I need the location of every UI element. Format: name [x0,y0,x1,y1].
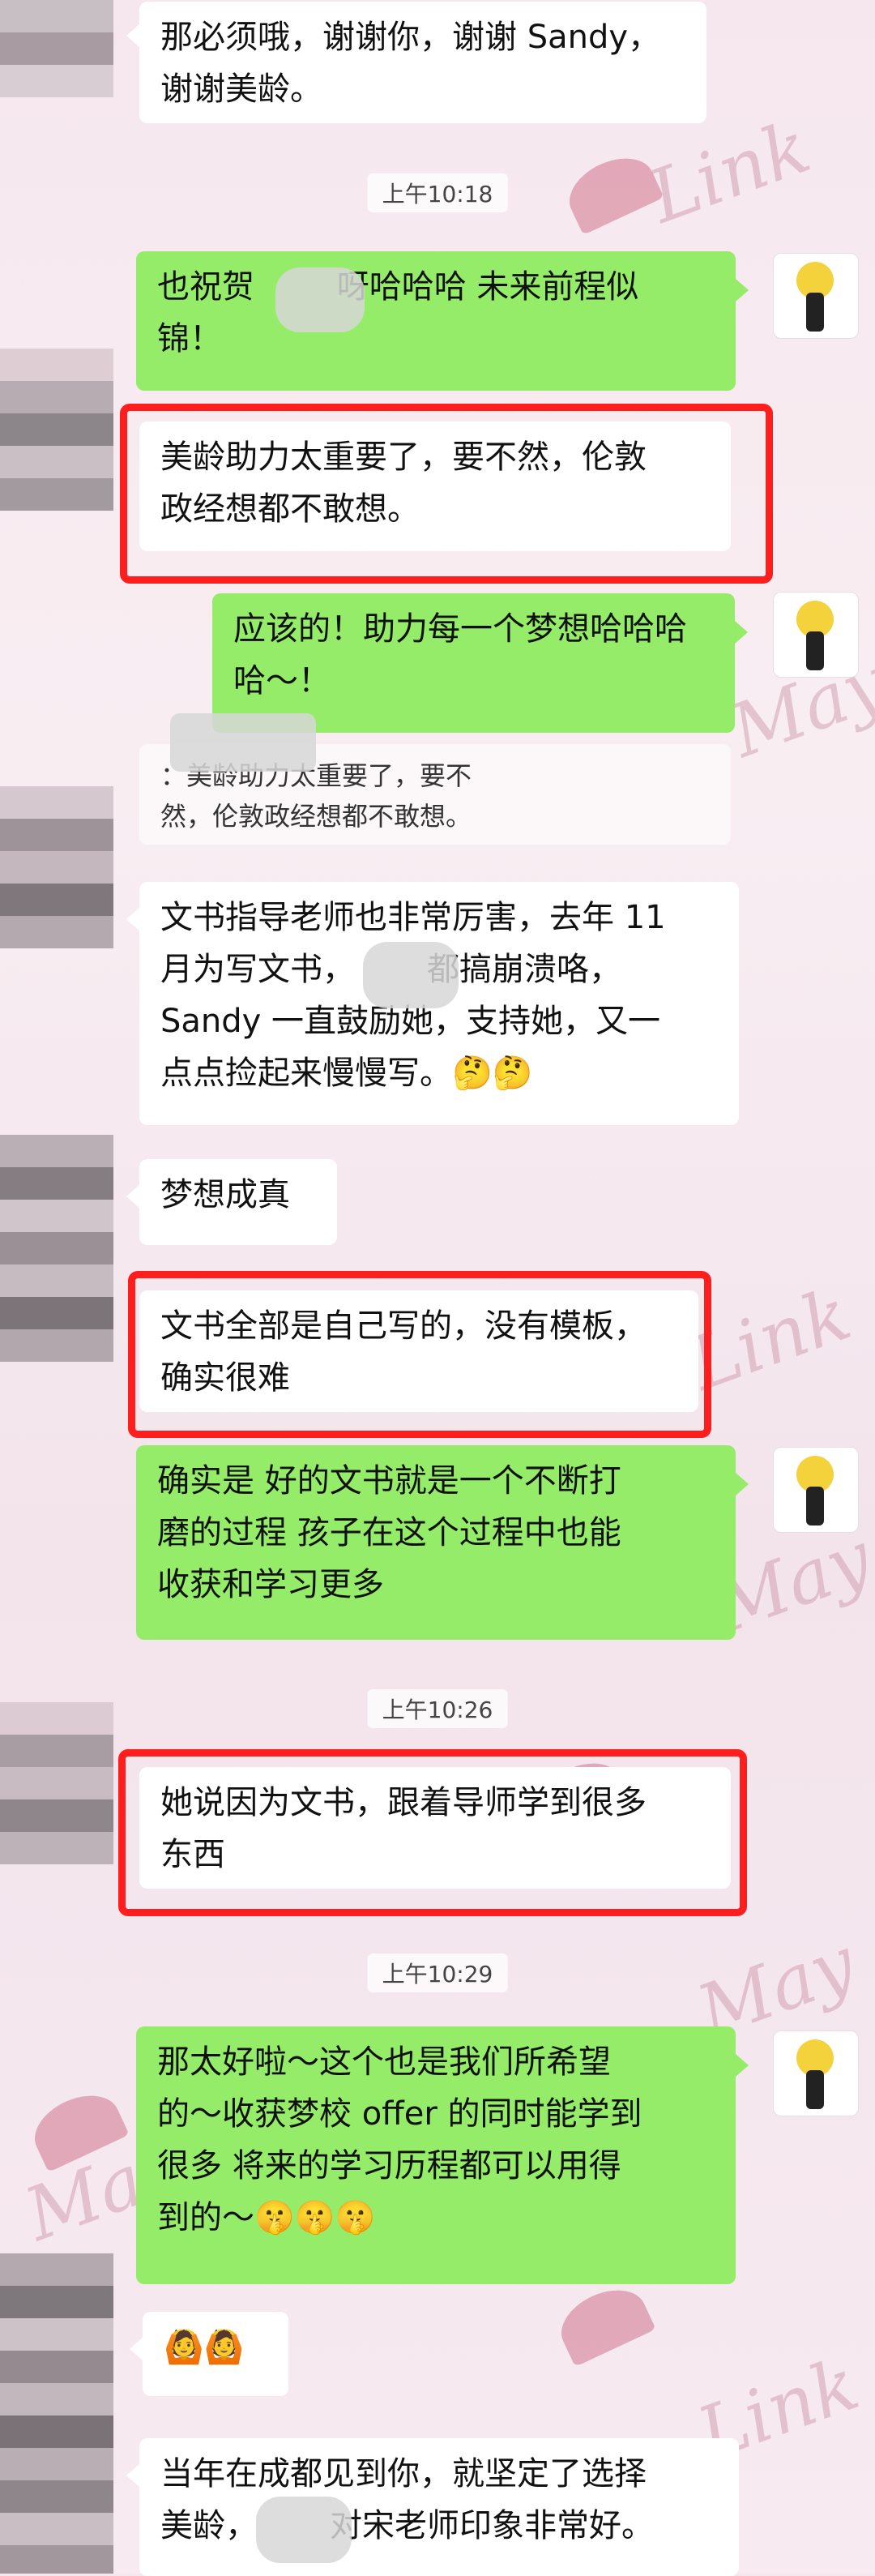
bubble-tail [126,908,139,931]
avatar[interactable] [0,2253,113,2574]
redaction-blur [275,267,365,332]
message-bubble[interactable]: 那必须哦，谢谢你，谢谢 Sandy， 谢谢美龄。 [139,2,706,123]
bubble-tail [736,2054,749,2077]
bubble-tail [736,279,749,302]
avatar[interactable] [0,1702,113,1864]
message-bubble[interactable]: 那太好啦～这个也是我们所希望 的～收获梦校 offer 的同时能学到 很多 将来… [136,2026,736,2284]
avatar[interactable] [0,349,113,511]
message-bubble[interactable]: 应该的！助力每一个梦想哈哈哈 哈～！ [212,593,735,733]
bubble-tail [735,621,748,644]
bubble-tail [126,24,139,47]
bubble-tail [126,1185,139,1208]
timestamp: 上午10:18 [367,173,508,212]
message-bubble[interactable]: 当年在成都见到你，就坚定了选择 美龄， 对宋老师印象非常好。 [139,2438,739,2576]
heart-decoration-icon [551,2278,656,2367]
bubble-tail [736,1473,749,1496]
message-bubble[interactable]: 也祝贺 呀哈哈哈 未来前程似 锦！ [136,251,736,391]
bubble-tail [130,2338,143,2360]
message-bubble[interactable]: 梦想成真 [139,1159,337,1245]
my-avatar[interactable] [773,2030,859,2116]
highlight-box [118,1749,747,1916]
highlight-box [120,404,773,584]
timestamp: 上午10:29 [367,1953,508,1992]
redaction-blur [363,942,459,1008]
watermark-text: Link [638,104,821,241]
avatar[interactable] [0,1135,113,1362]
avatar[interactable] [0,0,113,105]
message-bubble[interactable]: 🙆🙆 [143,2312,288,2396]
timestamp: 上午10:26 [367,1689,508,1728]
avatar[interactable] [0,786,113,948]
my-avatar[interactable] [773,592,859,678]
my-avatar[interactable] [773,1447,859,1533]
my-avatar[interactable] [773,253,859,339]
redaction-blur [170,713,316,772]
bubble-tail [126,2464,139,2487]
redaction-blur [256,2497,352,2563]
message-bubble[interactable]: 确实是 好的文书就是一个不断打 磨的过程 孩子在这个过程中也能 收获和学习更多 [136,1445,736,1640]
highlight-box [128,1271,711,1438]
